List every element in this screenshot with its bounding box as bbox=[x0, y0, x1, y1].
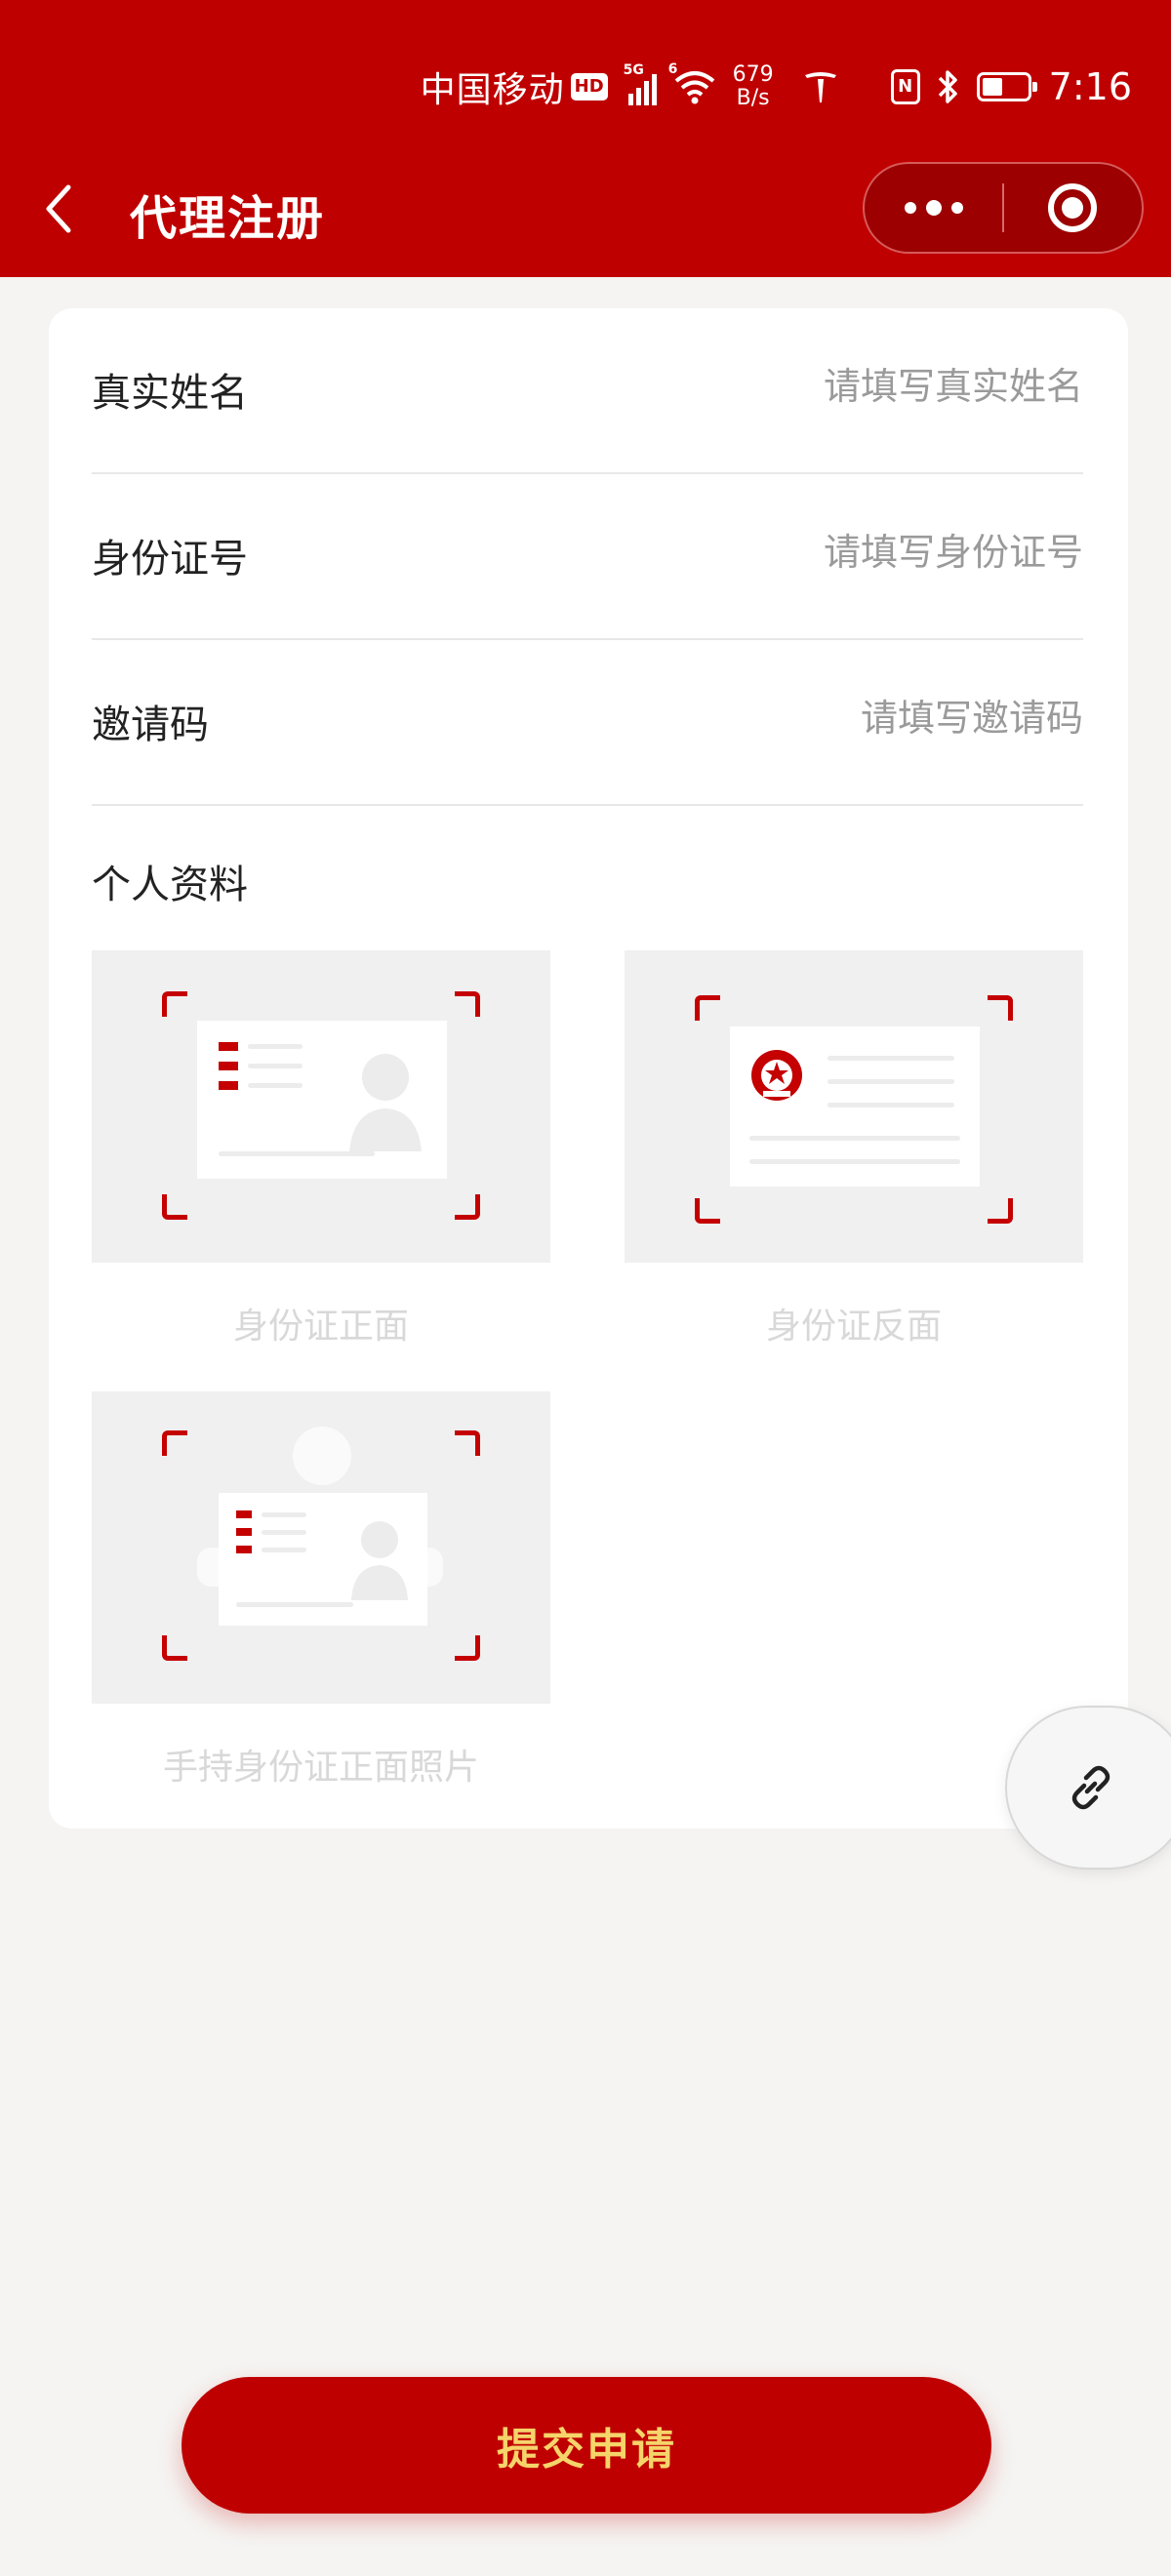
id-handheld-icon bbox=[92, 1391, 550, 1704]
upload-id-handheld[interactable]: 手持身份证正面照片 bbox=[92, 1391, 550, 1790]
id-front-caption: 身份证正面 bbox=[232, 1307, 409, 1347]
signal-5g-label: 5G bbox=[623, 62, 644, 78]
close-target-icon[interactable] bbox=[1004, 162, 1142, 254]
invite-code-input[interactable] bbox=[537, 689, 1083, 747]
id-back-caption: 身份证反面 bbox=[765, 1307, 942, 1347]
id-back-icon bbox=[625, 950, 1083, 1263]
floating-link-button[interactable] bbox=[1005, 1706, 1171, 1870]
national-emblem-icon bbox=[751, 1050, 802, 1101]
top-bar: 中国移动 HD 5G 6 679 B/s N 7:16 代理注册 bbox=[0, 0, 1171, 277]
speed-value: 679 bbox=[732, 62, 774, 87]
wifi-icon: 6 bbox=[668, 61, 717, 106]
invite-code-label: 邀请码 bbox=[92, 703, 209, 747]
status-bar: 中国移动 HD 5G 6 679 B/s N 7:16 bbox=[421, 57, 1132, 117]
id-front-icon bbox=[92, 950, 550, 1263]
personal-info-title: 个人资料 bbox=[92, 863, 248, 907]
id-number-label: 身份证号 bbox=[92, 537, 248, 582]
tesla-logo-icon bbox=[801, 67, 840, 106]
id-number-row: 身份证号 bbox=[92, 474, 1083, 640]
upload-id-front[interactable]: 身份证正面 bbox=[92, 950, 550, 1348]
invite-code-row: 邀请码 bbox=[92, 640, 1083, 806]
signal-icon: 5G bbox=[624, 62, 657, 105]
real-name-row: 真实姓名 bbox=[92, 308, 1083, 474]
registration-form-card: 真实姓名 身份证号 邀请码 个人资料 bbox=[49, 308, 1128, 1829]
hd-badge: HD bbox=[570, 73, 608, 101]
more-dots-icon[interactable] bbox=[865, 162, 1002, 254]
battery-icon bbox=[976, 72, 1037, 101]
id-handheld-caption: 手持身份证正面照片 bbox=[162, 1748, 479, 1788]
real-name-input[interactable] bbox=[537, 357, 1083, 416]
submit-application-button[interactable]: 提交申请 bbox=[182, 2377, 991, 2514]
wifi-6-label: 6 bbox=[667, 61, 678, 77]
bluetooth-icon bbox=[934, 67, 961, 106]
id-number-input[interactable] bbox=[537, 523, 1083, 582]
link-icon bbox=[1071, 1765, 1110, 1810]
page-title: 代理注册 bbox=[130, 191, 326, 246]
mini-program-capsule bbox=[863, 162, 1144, 254]
nfc-icon: N bbox=[890, 69, 920, 104]
real-name-label: 真实姓名 bbox=[92, 371, 248, 416]
upload-id-back[interactable]: 身份证反面 bbox=[625, 950, 1083, 1348]
speed-unit: B/s bbox=[736, 86, 770, 110]
back-arrow-icon[interactable] bbox=[39, 181, 82, 236]
carrier-name: 中国移动 bbox=[420, 70, 565, 110]
network-speed: 679 B/s bbox=[733, 63, 774, 110]
status-time: 7:16 bbox=[1048, 65, 1132, 108]
